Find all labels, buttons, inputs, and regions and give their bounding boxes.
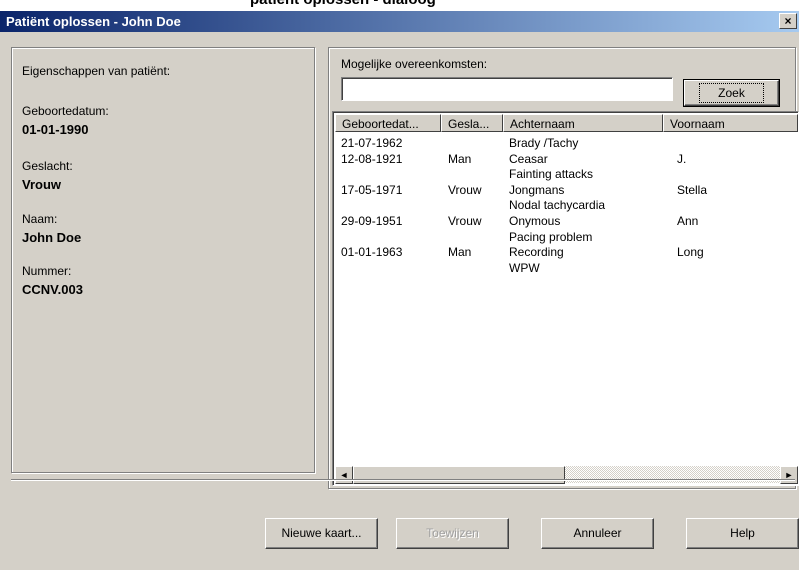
bottom-separator	[11, 479, 795, 481]
cell-firstname: J.	[677, 151, 687, 166]
cell-birthdate: 29-09-1951	[341, 214, 403, 228]
title-bar[interactable]: Patiënt oplossen - John Doe ×	[0, 11, 799, 32]
column-header-firstname[interactable]: Voornaam	[663, 114, 798, 132]
cell-gender: Vrouw	[448, 182, 482, 197]
help-button[interactable]: Help	[686, 518, 799, 549]
cell-birthdate: 17-05-1971	[341, 182, 403, 197]
cell-lastname: Pacing problem	[509, 229, 593, 244]
search-input[interactable]	[341, 77, 673, 101]
number-value: CCNV.003	[22, 282, 83, 297]
background-window-strip: patiënt oplossen - dialoog	[0, 0, 799, 10]
name-label: Naam:	[22, 212, 58, 226]
close-button[interactable]: ×	[779, 13, 797, 29]
background-window-text: patiënt oplossen - dialoog	[250, 0, 436, 8]
cell-birthdate: 01-01-1963	[341, 245, 403, 260]
cancel-button[interactable]: Annuleer	[541, 518, 654, 549]
patient-properties-heading: Eigenschappen van patiënt:	[22, 64, 171, 78]
cell-firstname: Stella	[677, 182, 708, 197]
gender-label: Geslacht:	[22, 159, 73, 173]
cell-lastname: Nodal tachycardia	[509, 198, 606, 213]
cell-lastname: Brady /Tachy	[509, 136, 579, 150]
cell-lastname: Recording	[509, 245, 564, 260]
assign-button[interactable]: Toewijzen	[396, 518, 509, 549]
possible-matches-heading: Mogelijke overeenkomsten:	[341, 57, 488, 71]
cell-lastname: Jongmans	[509, 182, 565, 197]
cell-gender: Vrouw	[448, 214, 482, 228]
cell-birthdate: 21-07-1962	[341, 136, 403, 150]
cell-lastname: Fainting attacks	[509, 167, 594, 182]
cell-gender: Man	[448, 151, 472, 166]
column-header-birthdate[interactable]: Geboortedat...	[335, 114, 441, 132]
cell-lastname: WPW	[509, 260, 540, 275]
patient-properties-panel: Eigenschappen van patiënt: Geboortedatum…	[11, 47, 315, 473]
scroll-left-button[interactable]: ◄	[335, 466, 353, 484]
search-button[interactable]: Zoek	[683, 79, 780, 107]
cell-lastname: Ceasar	[509, 151, 548, 166]
close-icon: ×	[784, 14, 792, 28]
scroll-right-button[interactable]: ►	[780, 466, 798, 484]
matches-list[interactable]: Geboortedat... Gesla... Achternaam Voorn…	[332, 111, 799, 486]
cell-firstname: Ann	[677, 214, 699, 228]
cell-lastname: Onymous	[509, 214, 561, 228]
cell-birthdate: 12-08-1921	[341, 151, 403, 166]
column-header-gender[interactable]: Gesla...	[441, 114, 503, 132]
birthdate-label: Geboortedatum:	[22, 104, 109, 118]
cell-gender: Man	[448, 245, 472, 260]
number-label: Nummer:	[22, 264, 72, 278]
column-header-lastname[interactable]: Achternaam	[503, 114, 663, 132]
new-card-button[interactable]: Nieuwe kaart...	[265, 518, 378, 549]
birthdate-value: 01-01-1990	[22, 122, 89, 137]
gender-value: Vrouw	[22, 177, 62, 192]
resolve-patient-dialog: Patiënt oplossen - John Doe × Eigenschap…	[0, 11, 799, 570]
possible-matches-panel: Mogelijke overeenkomsten: Zoek Geboorted…	[328, 47, 799, 489]
scroll-thumb[interactable]	[353, 466, 565, 484]
name-value: John Doe	[22, 230, 82, 245]
cell-firstname: Long	[677, 245, 704, 260]
window-title: Patiënt oplossen - John Doe	[6, 14, 181, 29]
search-button-label: Zoek	[699, 83, 764, 103]
